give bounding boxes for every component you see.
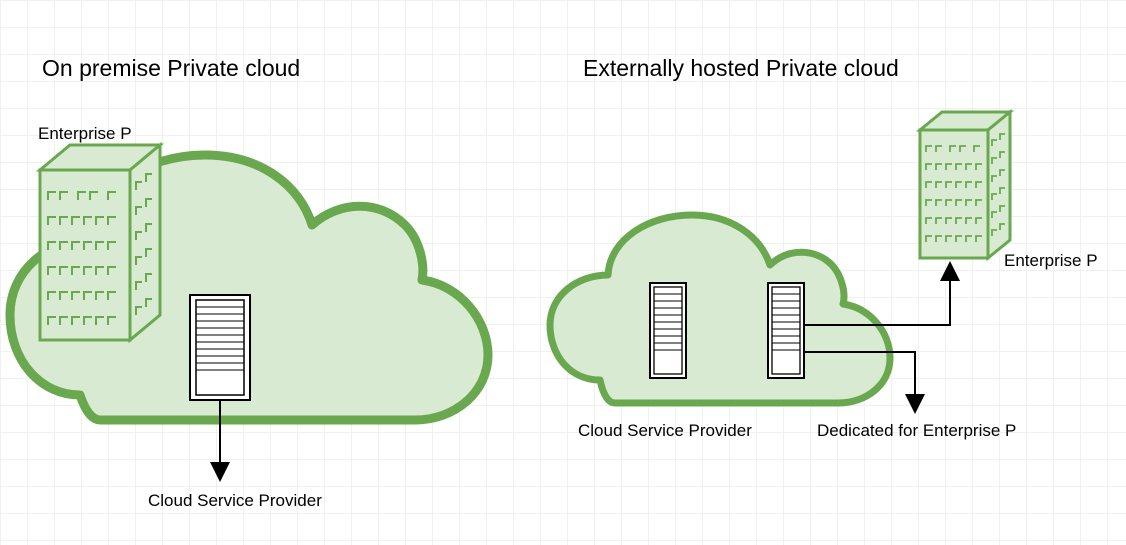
- right-building: [920, 112, 1010, 258]
- left-building: [40, 145, 160, 340]
- left-server-rack: [190, 295, 250, 400]
- right-server-rack-2: [768, 283, 804, 378]
- right-cloud: [550, 215, 890, 403]
- right-server-rack-1: [650, 283, 686, 378]
